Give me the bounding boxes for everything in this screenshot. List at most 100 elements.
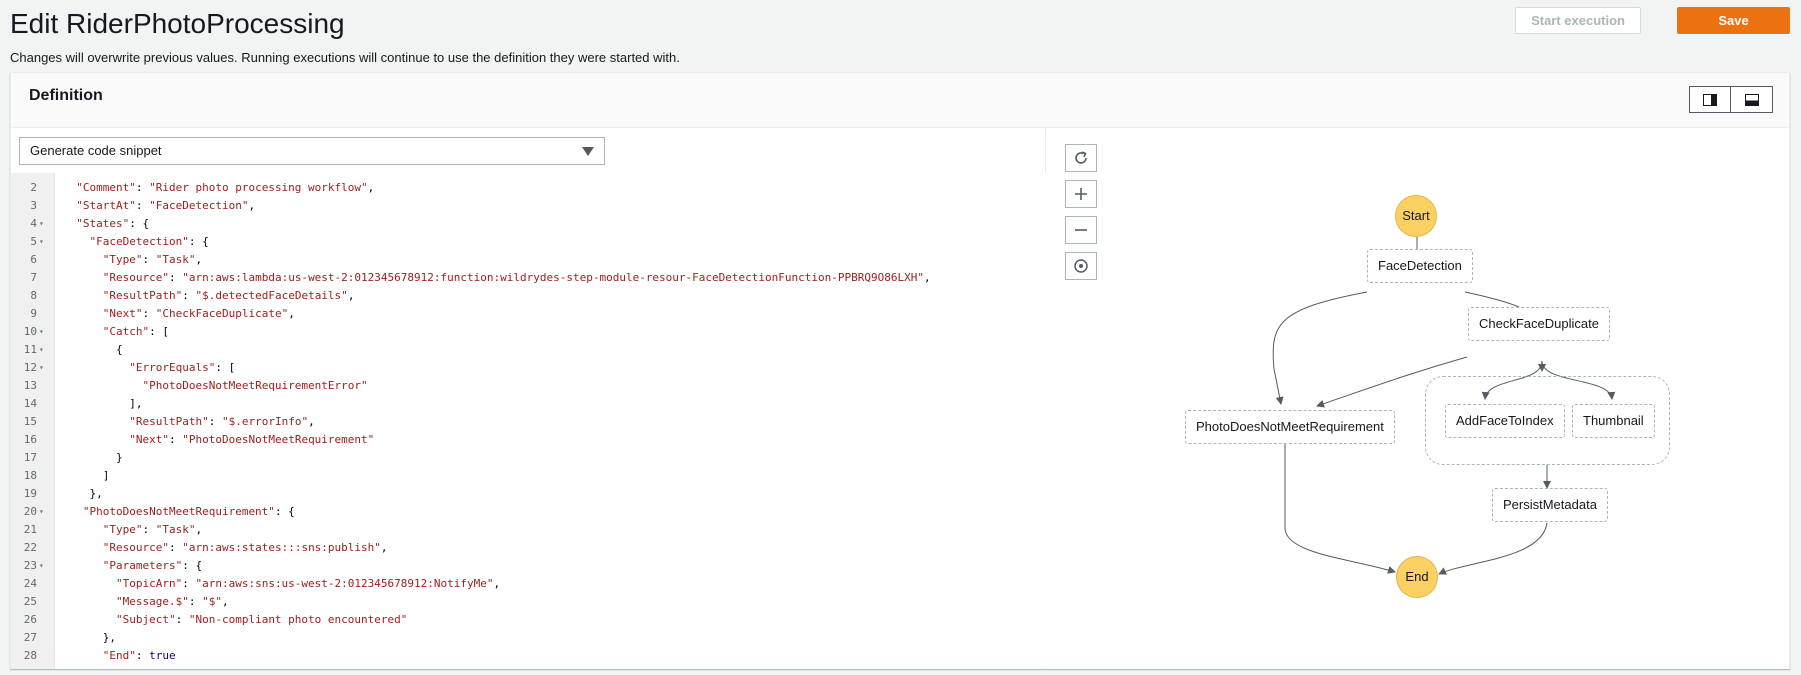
line-number: 20 <box>23 505 37 518</box>
code-line: 8 "ResultPath": "$.detectedFaceDetails", <box>11 287 1046 305</box>
check-face-duplicate-node[interactable]: CheckFaceDuplicate <box>1468 307 1610 341</box>
code-text: "PhotoDoesNotMeetRequirementError" <box>142 379 368 392</box>
line-number: 6 <box>30 253 37 266</box>
code-line: 4 ▾ "States": { <box>11 215 1046 233</box>
code-editor[interactable]: 2 "Comment": "Rider photo processing wor… <box>11 173 1046 669</box>
code-text: }, <box>63 487 103 500</box>
code-line: 11 ▾ { <box>11 341 1046 359</box>
code-line: 3 "StartAt": "FaceDetection", <box>11 197 1046 215</box>
split-horizontal-button[interactable] <box>1731 86 1773 113</box>
code-line: 7 "Resource": "arn:aws:lambda:us-west-2:… <box>11 269 1046 287</box>
code-text: "ResultPath": "$.errorInfo", <box>129 415 315 428</box>
line-number: 18 <box>23 469 37 482</box>
code-line: 27 }, <box>11 629 1046 647</box>
face-detection-node[interactable]: FaceDetection <box>1367 249 1473 283</box>
generate-snippet-select[interactable]: Generate code snippet <box>19 137 605 165</box>
line-number: 10 <box>23 325 37 338</box>
fold-toggle-icon[interactable]: ▾ <box>39 233 44 251</box>
fold-toggle-icon[interactable]: ▾ <box>39 323 44 341</box>
code-line: 6 "Type": "Task", <box>11 251 1046 269</box>
code-text: "Message.$": "$", <box>115 595 229 608</box>
code-line: 22 "Resource": "arn:aws:states:::sns:pub… <box>11 539 1046 557</box>
code-line: 19 }, <box>11 485 1046 503</box>
code-text: }, <box>63 631 116 644</box>
line-number: 4 <box>30 217 37 230</box>
code-line: 9 "Next": "CheckFaceDuplicate", <box>11 305 1046 323</box>
start-execution-button[interactable]: Start execution <box>1515 7 1641 34</box>
line-number: 26 <box>23 613 37 626</box>
code-text: "End": true <box>102 649 176 662</box>
photo-not-meet-node[interactable]: PhotoDoesNotMeetRequirement <box>1185 410 1395 444</box>
line-number: 11 <box>23 343 37 356</box>
code-text: { <box>63 343 123 356</box>
thumbnail-node[interactable]: Thumbnail <box>1572 404 1655 438</box>
end-state[interactable]: End <box>1396 556 1438 598</box>
fold-toggle-icon[interactable]: ▾ <box>39 215 44 233</box>
line-number: 7 <box>30 271 37 284</box>
fold-toggle-icon[interactable]: ▾ <box>39 557 44 575</box>
line-number: 15 <box>23 415 37 428</box>
line-number: 2 <box>30 181 37 194</box>
definition-header: Definition <box>11 73 1789 128</box>
save-button[interactable]: Save <box>1677 7 1790 34</box>
line-number: 16 <box>23 433 37 446</box>
code-lines: 2 "Comment": "Rider photo processing wor… <box>11 173 1046 665</box>
code-area: Generate code snippet 2 "Comment": "Ride… <box>11 129 1046 669</box>
code-line: 23 ▾ "Parameters": { <box>11 557 1046 575</box>
code-line: 16 "Next": "PhotoDoesNotMeetRequirement" <box>11 431 1046 449</box>
persist-metadata-node[interactable]: PersistMetadata <box>1492 488 1608 522</box>
generate-snippet-label: Generate code snippet <box>30 143 162 158</box>
code-text: "Type": "Task", <box>102 523 203 536</box>
split-horizontal-icon <box>1744 93 1759 106</box>
line-number: 22 <box>23 541 37 554</box>
code-text: "Type": "Task", <box>102 253 203 266</box>
page-description: Changes will overwrite previous values. … <box>10 50 680 65</box>
code-text: } <box>63 451 123 464</box>
code-line: 21 "Type": "Task", <box>11 521 1046 539</box>
line-number: 14 <box>23 397 37 410</box>
code-text: "ErrorEquals": [ <box>129 361 236 374</box>
code-line: 28 "End": true <box>11 647 1046 665</box>
code-line: 2 "Comment": "Rider photo processing wor… <box>11 179 1046 197</box>
code-text: "PhotoDoesNotMeetRequirement": { <box>82 505 295 518</box>
line-number: 24 <box>23 577 37 590</box>
caret-down-icon <box>582 147 594 156</box>
line-number: 23 <box>23 559 37 572</box>
line-number: 17 <box>23 451 37 464</box>
code-line: 12 ▾ "ErrorEquals": [ <box>11 359 1046 377</box>
start-state[interactable]: Start <box>1395 195 1437 237</box>
line-number: 27 <box>23 631 37 644</box>
line-number: 5 <box>30 235 37 248</box>
code-line: 25 "Message.$": "$", <box>11 593 1046 611</box>
line-number: 28 <box>23 649 37 662</box>
split-vertical-button[interactable] <box>1689 86 1731 113</box>
code-text: "FaceDetection": { <box>89 235 209 248</box>
code-line: 24 "TopicArn": "arn:aws:sns:us-west-2:01… <box>11 575 1046 593</box>
code-text: "Resource": "arn:aws:states:::sns:publis… <box>102 541 388 554</box>
fold-toggle-icon[interactable]: ▾ <box>39 359 44 377</box>
page-header: Edit RiderPhotoProcessing Changes will o… <box>10 4 1790 68</box>
code-line: 5 ▾ "FaceDetection": { <box>11 233 1046 251</box>
line-number: 8 <box>30 289 37 302</box>
layout-toggle <box>1689 86 1773 113</box>
code-line: 18 ] <box>11 467 1046 485</box>
add-face-to-index-node[interactable]: AddFaceToIndex <box>1445 404 1565 438</box>
code-line: 26 "Subject": "Non-compliant photo encou… <box>11 611 1046 629</box>
split-vertical-icon <box>1703 93 1717 106</box>
code-line: 10 ▾ "Catch": [ <box>11 323 1046 341</box>
code-text: "Next": "CheckFaceDuplicate", <box>102 307 295 320</box>
code-text: "Parameters": { <box>102 559 203 572</box>
code-line: 14 ], <box>11 395 1046 413</box>
fold-toggle-icon[interactable]: ▾ <box>39 503 44 521</box>
code-line: 17 } <box>11 449 1046 467</box>
definition-title: Definition <box>29 87 103 104</box>
code-text: "Resource": "arn:aws:lambda:us-west-2:01… <box>102 271 931 284</box>
line-number: 21 <box>23 523 37 536</box>
code-text: "States": { <box>76 217 150 230</box>
fold-toggle-icon[interactable]: ▾ <box>39 341 44 359</box>
graph-view[interactable]: Start FaceDetection CheckFaceDuplicate P… <box>1047 129 1789 669</box>
code-text: "ResultPath": "$.detectedFaceDetails", <box>102 289 355 302</box>
code-line: 13 "PhotoDoesNotMeetRequirementError" <box>11 377 1046 395</box>
code-text: "Subject": "Non-compliant photo encounte… <box>115 613 408 626</box>
code-text: "StartAt": "FaceDetection", <box>76 199 256 212</box>
